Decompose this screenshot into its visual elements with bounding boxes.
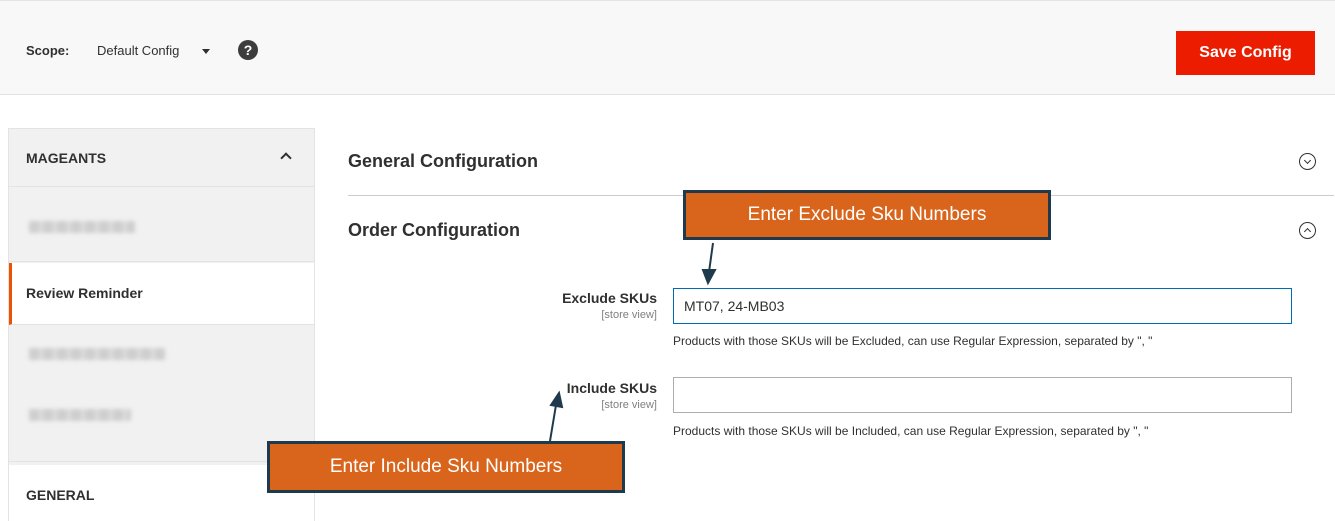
arrow-line-include: [549, 404, 557, 442]
arrow-head-include: [549, 390, 564, 409]
arrow-line-exclude: [708, 242, 714, 273]
callout-include: Enter Include Sku Numbers: [267, 441, 625, 493]
callout-exclude: Enter Exclude Sku Numbers: [683, 190, 1051, 240]
arrow-head-exclude: [701, 269, 717, 286]
annotation-arrows: [549, 242, 717, 442]
